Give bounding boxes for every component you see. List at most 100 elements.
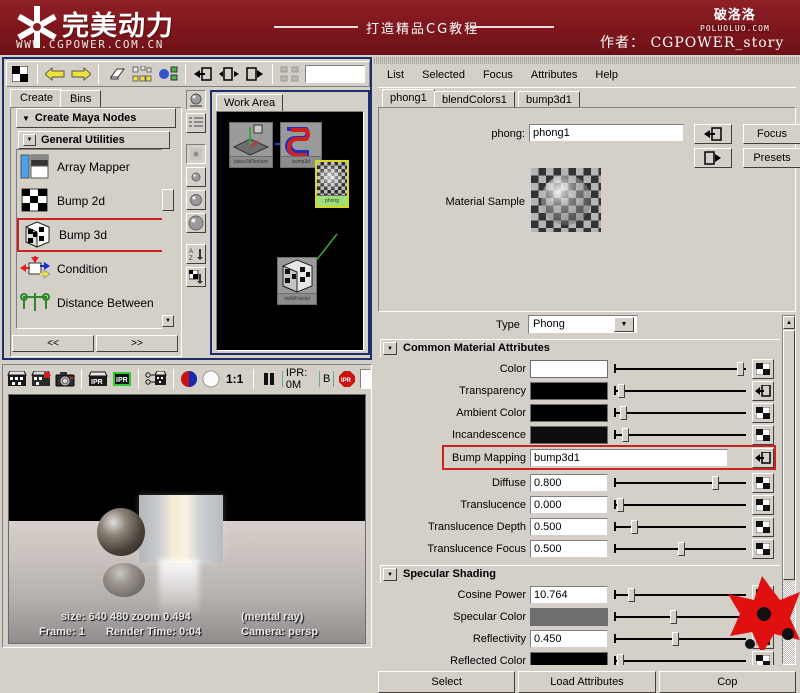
checker-map-icon[interactable]: [752, 495, 774, 515]
render-swatch-icon[interactable]: [186, 90, 206, 110]
color-swatch[interactable]: [530, 382, 608, 400]
list-item[interactable]: Array Mapper: [17, 150, 173, 184]
translucence-depth-input[interactable]: 0.500: [530, 518, 608, 536]
menu-attributes[interactable]: Attributes: [522, 67, 586, 83]
diffuse-input[interactable]: 0.800: [530, 474, 608, 492]
attr-slider[interactable]: [614, 630, 746, 648]
swatch-xs-icon[interactable]: [186, 144, 206, 164]
checker-map-icon[interactable]: [752, 359, 774, 379]
panel-drag-handle[interactable]: [374, 57, 800, 64]
ipr-render-icon[interactable]: IPR: [88, 369, 108, 389]
load-attributes-button[interactable]: Load Attributes: [518, 671, 655, 693]
reflectivity-input[interactable]: 0.450: [530, 630, 608, 648]
checker-map-icon[interactable]: [752, 651, 774, 665]
attributes-scrollbar[interactable]: ▲: [782, 315, 796, 665]
color-swatch[interactable]: [530, 426, 608, 444]
attr-slider[interactable]: [614, 474, 746, 492]
work-area-canvas[interactable]: place3dTexture bump3d phong: [216, 111, 364, 351]
attr-slider[interactable]: [614, 496, 746, 514]
slider-thumb[interactable]: [628, 588, 635, 602]
section-specular-shading[interactable]: ▼ Specular Shading: [380, 565, 780, 583]
chevron-down-icon[interactable]: ▼: [162, 315, 174, 327]
render-region-icon[interactable]: [31, 369, 51, 389]
chevron-down-icon[interactable]: ▼: [383, 342, 397, 355]
input-connections-icon[interactable]: [192, 64, 214, 84]
checker-map-icon[interactable]: [752, 585, 774, 605]
render-icon[interactable]: [7, 369, 27, 389]
list-item[interactable]: Bump 2d: [17, 184, 173, 218]
chevron-down-icon[interactable]: ▼: [614, 317, 634, 332]
checker-map-icon[interactable]: [752, 425, 774, 445]
attr-slider[interactable]: [614, 382, 746, 400]
slider-thumb[interactable]: [678, 542, 685, 556]
graph-nodes-icon[interactable]: [131, 64, 153, 84]
input-output-connections-icon[interactable]: [218, 64, 240, 84]
checker-map-icon[interactable]: [752, 607, 774, 627]
ipr-stop-badge-icon[interactable]: IPR: [339, 369, 356, 389]
section-common-material-attributes[interactable]: ▼ Common Material Attributes: [380, 339, 780, 357]
menu-selected[interactable]: Selected: [413, 67, 474, 83]
list-item[interactable]: Distance Between: [17, 286, 173, 320]
material-sample-swatch[interactable]: [531, 168, 601, 232]
sort-az-icon[interactable]: AZ: [186, 244, 206, 264]
attr-slider[interactable]: [614, 586, 746, 604]
output-connections-icon[interactable]: [244, 64, 266, 84]
slider-thumb[interactable]: [618, 384, 625, 398]
slider-thumb[interactable]: [617, 654, 624, 665]
output-connection-icon[interactable]: [694, 148, 732, 168]
graph-node-solidfractal[interactable]: solidFractal: [277, 257, 317, 305]
node-list-scrollbar[interactable]: ▼: [162, 149, 174, 329]
hypershade-search-input[interactable]: [305, 65, 365, 83]
list-view-icon[interactable]: [186, 113, 206, 133]
swatch-m-icon[interactable]: [186, 190, 206, 210]
graph-node-place3dtexture[interactable]: place3dTexture: [229, 122, 273, 168]
checker-swatch-icon[interactable]: [9, 64, 31, 84]
chevron-down-icon[interactable]: ▼: [23, 134, 36, 146]
rearrange-graph-icon[interactable]: [279, 64, 301, 84]
menu-list[interactable]: List: [378, 67, 413, 83]
checker-map-icon[interactable]: [752, 539, 774, 559]
scrollbar-thumb[interactable]: [162, 189, 174, 211]
slider-thumb[interactable]: [622, 428, 629, 442]
checker-map-icon[interactable]: [752, 629, 774, 649]
attr-slider[interactable]: [614, 540, 746, 558]
swatch-s-icon[interactable]: [186, 167, 206, 187]
general-utilities-header[interactable]: ▼ General Utilities: [18, 131, 170, 149]
create-maya-nodes-header[interactable]: ▼ Create Maya Nodes: [16, 108, 176, 128]
alpha-channel-icon[interactable]: [202, 369, 220, 389]
chevron-down-icon[interactable]: ▼: [383, 568, 397, 581]
attr-slider[interactable]: [614, 426, 746, 444]
input-connection-icon[interactable]: [694, 124, 732, 144]
prev-page-button[interactable]: <<: [12, 335, 94, 352]
snapshot-icon[interactable]: [55, 369, 75, 389]
color-swatch[interactable]: [530, 360, 608, 378]
network-icon[interactable]: [157, 64, 179, 84]
attr-slider[interactable]: [614, 360, 746, 378]
checker-map-icon[interactable]: [752, 403, 774, 423]
attr-slider[interactable]: [614, 652, 746, 665]
tab-create[interactable]: Create: [10, 89, 63, 108]
node-name-input[interactable]: phong1: [529, 124, 684, 142]
color-swatch[interactable]: [530, 404, 608, 422]
slider-thumb[interactable]: [672, 632, 679, 646]
focus-button[interactable]: Focus: [743, 124, 800, 144]
pause-icon[interactable]: [260, 369, 277, 389]
chevron-up-icon[interactable]: ▲: [783, 316, 795, 329]
attr-slider[interactable]: [614, 608, 746, 626]
slider-thumb[interactable]: [620, 406, 627, 420]
cosine-power-input[interactable]: 10.764: [530, 586, 608, 604]
slider-thumb[interactable]: [737, 362, 744, 376]
node-list[interactable]: Array Mapper Bump 2d Bump 3d Condition D…: [16, 149, 174, 329]
graph-node-phong[interactable]: phong: [315, 160, 349, 208]
ipr-progress-field[interactable]: [360, 369, 371, 389]
checker-map-icon[interactable]: [752, 473, 774, 493]
select-button[interactable]: Select: [378, 671, 515, 693]
color-swatch[interactable]: [530, 652, 608, 665]
slider-thumb[interactable]: [631, 520, 638, 534]
presets-button[interactable]: Presets: [743, 148, 800, 168]
input-connection-icon[interactable]: [752, 381, 774, 401]
swatch-l-icon[interactable]: [186, 213, 206, 233]
ipr-stop-icon[interactable]: IPR: [112, 369, 132, 389]
list-item-bump-3d[interactable]: Bump 3d: [17, 218, 173, 252]
forward-arrow-icon[interactable]: [70, 64, 92, 84]
